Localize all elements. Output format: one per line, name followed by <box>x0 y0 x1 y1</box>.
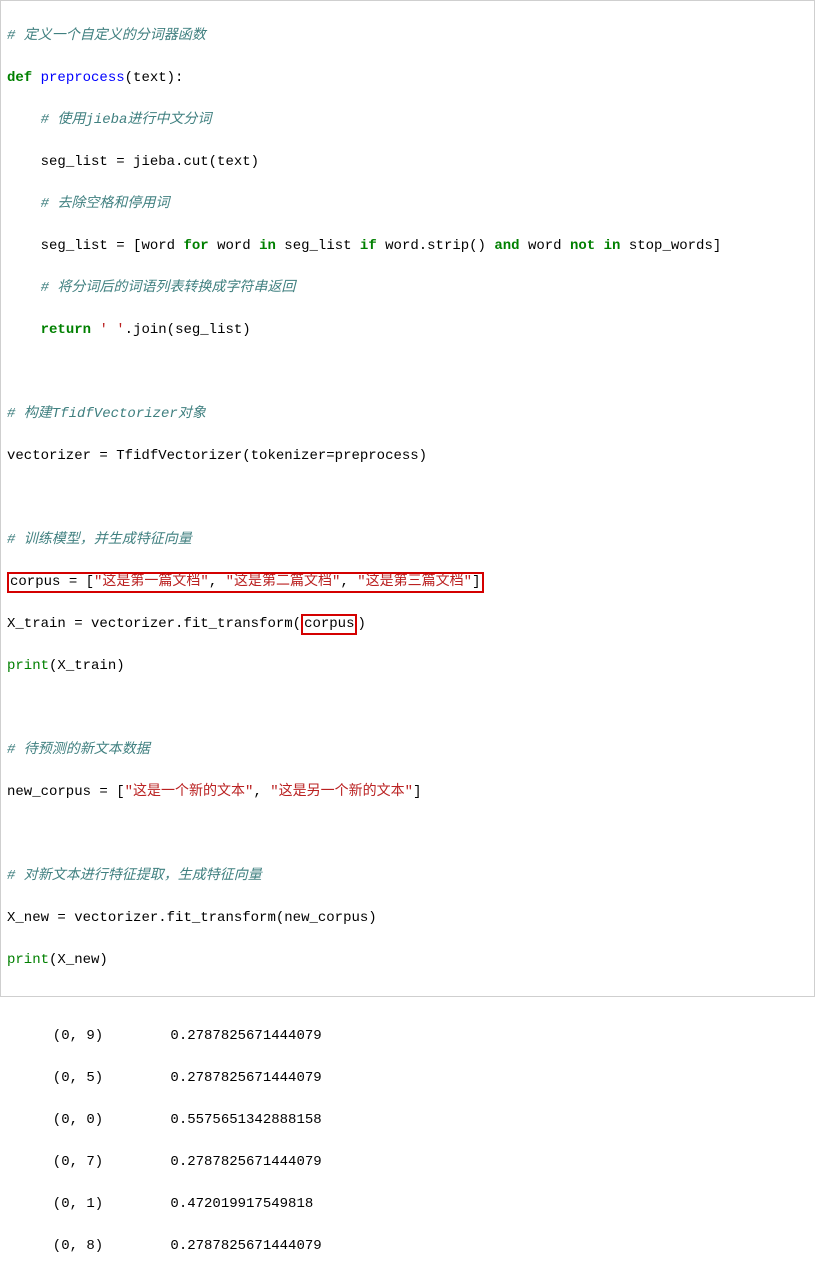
text: vectorizer.fit_transform(new_corpus) <box>66 910 377 926</box>
text: , <box>209 574 226 590</box>
code-line: vectorizer = TfidfVectorizer(tokenizer=p… <box>7 446 810 467</box>
code-line: corpus = ["这是第一篇文档", "这是第二篇文档", "这是第三篇文档… <box>7 572 810 593</box>
builtin-print: print <box>7 658 49 674</box>
op: = <box>326 448 334 464</box>
text: word.strip() <box>377 238 495 254</box>
text: (X_new) <box>49 952 108 968</box>
op: = <box>116 238 124 254</box>
code-line: # 定义一个自定义的分词器函数 <box>7 26 810 47</box>
comment: # 将分词后的词语列表转换成字符串返回 <box>41 280 296 296</box>
code-line: X_new = vectorizer.fit_transform(new_cor… <box>7 908 810 929</box>
text: preprocess) <box>335 448 427 464</box>
string: "这是第一篇文档" <box>94 574 209 590</box>
text: ] <box>413 784 421 800</box>
text: .join(seg_list) <box>125 322 251 338</box>
text: seg_list <box>41 154 117 170</box>
code-line: return ' '.join(seg_list) <box>7 320 810 341</box>
code-line: seg_list = [word for word in seg_list if… <box>7 236 810 257</box>
text: vectorizer.fit_transform( <box>83 616 301 632</box>
text: ) <box>357 616 365 632</box>
text: seg_list <box>41 238 117 254</box>
blank-line <box>7 824 810 845</box>
func-name: preprocess <box>41 70 125 86</box>
string: ' ' <box>99 322 124 338</box>
output-cell: (0, 9) 0.2787825671444079 (0, 5) 0.27878… <box>0 997 815 1278</box>
text: jieba.cut(text) <box>125 154 259 170</box>
code-line: # 构建TfidfVectorizer对象 <box>7 404 810 425</box>
text: [ <box>108 784 125 800</box>
text: (text): <box>125 70 184 86</box>
op: = <box>69 574 77 590</box>
keyword-and: and <box>494 238 519 254</box>
op: = <box>116 154 124 170</box>
op: = <box>99 448 107 464</box>
string: "这是一个新的文本" <box>125 784 254 800</box>
keyword-in: in <box>604 238 621 254</box>
comment: # 构建TfidfVectorizer对象 <box>7 406 206 422</box>
text <box>595 238 603 254</box>
blank-line <box>7 362 810 383</box>
comment: # 去除空格和停用词 <box>41 196 170 212</box>
string: "这是第三篇文档" <box>357 574 472 590</box>
blank-line <box>7 698 810 719</box>
output-row: (0, 8) 0.2787825671444079 <box>36 1236 815 1257</box>
keyword-return: return <box>41 322 91 338</box>
code-line: # 对新文本进行特征提取，生成特征向量 <box>7 866 810 887</box>
text: vectorizer <box>7 448 99 464</box>
text: X_train <box>7 616 74 632</box>
output-row: (0, 0) 0.5575651342888158 <box>36 1110 815 1131</box>
string: "这是第二篇文档" <box>226 574 341 590</box>
output-row: (0, 1) 0.472019917549818 <box>36 1194 815 1215</box>
keyword-def: def <box>7 70 32 86</box>
text: TfidfVectorizer(tokenizer <box>108 448 326 464</box>
code-line: # 使用jieba进行中文分词 <box>7 110 810 131</box>
text: [ <box>77 574 94 590</box>
keyword-in: in <box>259 238 276 254</box>
text: corpus <box>10 574 69 590</box>
comment: # 使用jieba进行中文分词 <box>41 112 212 128</box>
text: seg_list <box>276 238 360 254</box>
text: word <box>520 238 570 254</box>
comment: # 训练模型，并生成特征向量 <box>7 532 192 548</box>
code-line: seg_list = jieba.cut(text) <box>7 152 810 173</box>
code-line: # 去除空格和停用词 <box>7 194 810 215</box>
text: (X_train) <box>49 658 125 674</box>
text: stop_words] <box>620 238 721 254</box>
text: word <box>209 238 259 254</box>
op: = <box>57 910 65 926</box>
text: ] <box>472 574 480 590</box>
keyword-not: not <box>570 238 595 254</box>
text: X_new <box>7 910 57 926</box>
builtin-print: print <box>7 952 49 968</box>
text: , <box>340 574 357 590</box>
text: corpus <box>304 616 354 632</box>
code-line: # 训练模型，并生成特征向量 <box>7 530 810 551</box>
output-row: (0, 9) 0.2787825671444079 <box>36 1026 815 1047</box>
code-line: def preprocess(text): <box>7 68 810 89</box>
text: new_corpus <box>7 784 99 800</box>
text: , <box>253 784 270 800</box>
code-line: # 将分词后的词语列表转换成字符串返回 <box>7 278 810 299</box>
comment: # 对新文本进行特征提取，生成特征向量 <box>7 868 262 884</box>
op: = <box>74 616 82 632</box>
code-line: print(X_train) <box>7 656 810 677</box>
highlight-box: corpus = ["这是第一篇文档", "这是第二篇文档", "这是第三篇文档… <box>7 572 484 593</box>
comment: # 定义一个自定义的分词器函数 <box>7 28 206 44</box>
comment: # 待预测的新文本数据 <box>7 742 150 758</box>
code-line: # 待预测的新文本数据 <box>7 740 810 761</box>
code-line: print(X_new) <box>7 950 810 971</box>
highlight-box: corpus <box>301 614 357 635</box>
keyword-for: for <box>183 238 208 254</box>
output-row: (0, 7) 0.2787825671444079 <box>36 1152 815 1173</box>
text: [word <box>125 238 184 254</box>
output-row: (0, 5) 0.2787825671444079 <box>36 1068 815 1089</box>
op: = <box>99 784 107 800</box>
blank-line <box>7 488 810 509</box>
code-cell: # 定义一个自定义的分词器函数 def preprocess(text): # … <box>0 0 815 997</box>
code-line: new_corpus = ["这是一个新的文本", "这是另一个新的文本"] <box>7 782 810 803</box>
code-line: X_train = vectorizer.fit_transform(corpu… <box>7 614 810 635</box>
string: "这是另一个新的文本" <box>270 784 413 800</box>
keyword-if: if <box>360 238 377 254</box>
